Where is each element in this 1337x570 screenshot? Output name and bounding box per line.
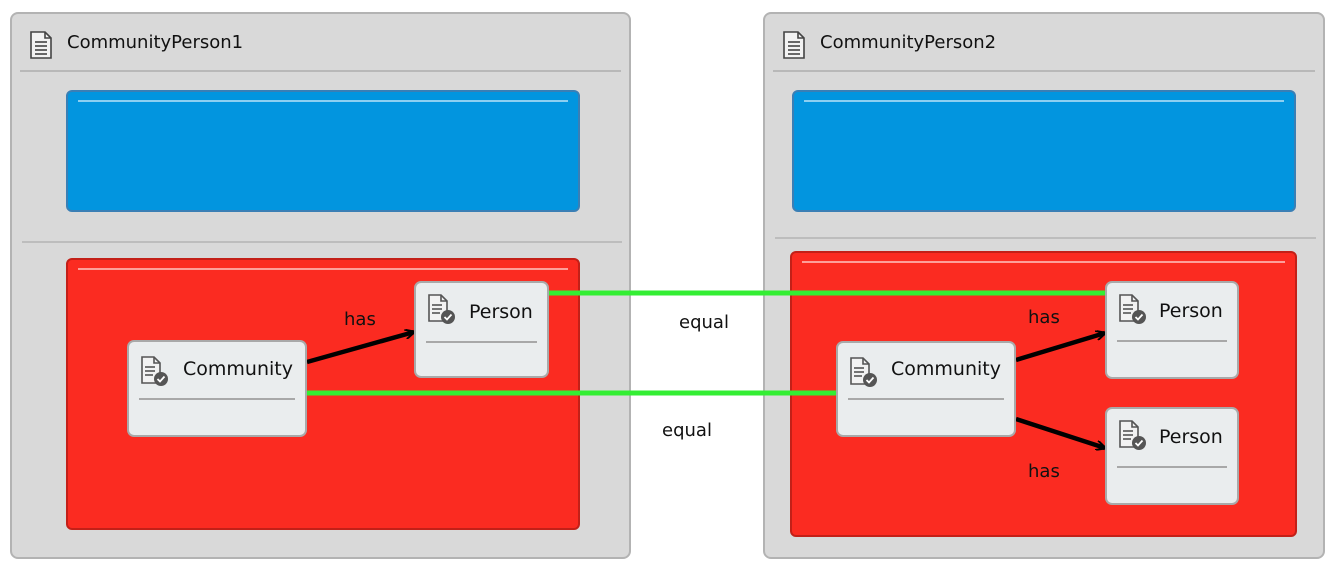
node-person-c1[interactable]: Person	[414, 281, 549, 378]
has-edge-c2-top[interactable]	[1015, 333, 1105, 363]
class-document-icon	[428, 294, 455, 324]
class-document-icon	[850, 357, 877, 387]
node-person-c2-bottom[interactable]: Person	[1105, 407, 1239, 505]
node-community-c1[interactable]: Community	[127, 340, 307, 437]
node-label: Person	[469, 301, 533, 323]
node-label: Community	[891, 358, 1001, 380]
node-person-c2-top[interactable]: Person	[1105, 281, 1239, 379]
node-divider	[1117, 466, 1227, 468]
equal-label: equal	[662, 420, 712, 441]
class-document-icon	[1119, 294, 1146, 324]
class-document-icon	[141, 356, 168, 386]
class-document-icon	[1119, 420, 1146, 450]
has-label: has	[344, 309, 376, 330]
node-divider	[848, 398, 1004, 400]
node-divider	[139, 398, 295, 400]
node-label: Community	[183, 358, 293, 380]
has-label: has	[1028, 461, 1060, 482]
node-community-c2[interactable]: Community	[836, 341, 1016, 437]
node-divider	[1117, 340, 1227, 342]
has-label: has	[1028, 307, 1060, 328]
equal-label: equal	[679, 312, 729, 333]
node-divider	[426, 341, 537, 343]
node-label: Person	[1159, 300, 1223, 322]
has-edge-c2-bottom[interactable]	[1015, 416, 1105, 448]
has-edge-c1[interactable]	[306, 332, 414, 365]
node-label: Person	[1159, 426, 1223, 448]
